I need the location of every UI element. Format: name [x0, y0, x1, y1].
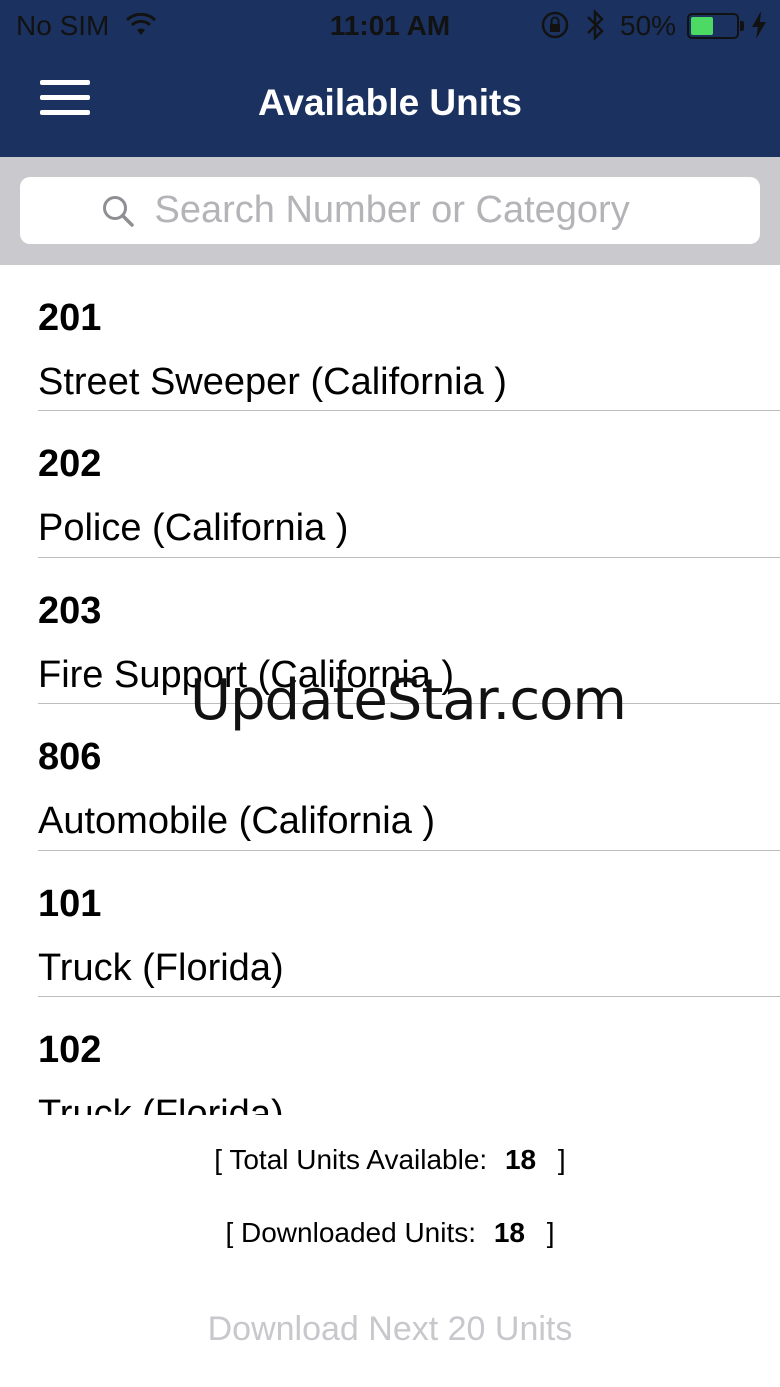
units-list: 201 Street Sweeper (California ) 202 Pol… — [0, 265, 780, 1115]
battery-nub — [740, 21, 744, 31]
battery-percent: 50% — [620, 10, 677, 41]
search-bar — [0, 157, 780, 265]
charging-icon — [750, 10, 768, 47]
unit-number: 202 — [38, 443, 102, 486]
page-title: Available Units — [258, 82, 522, 123]
list-item[interactable]: 203 Fire Support (California ) — [0, 558, 780, 705]
unit-category: Street Sweeper (California ) — [38, 361, 507, 403]
search-field[interactable] — [20, 177, 760, 244]
unit-category: Fire Support (California ) — [38, 653, 455, 696]
unit-category: Automobile (California ) — [38, 800, 436, 843]
unit-number: 101 — [38, 882, 102, 925]
search-input[interactable] — [154, 189, 680, 232]
orientation-lock-icon — [540, 10, 570, 47]
downloaded-units-summary: [ Downloaded Units: 18 ] — [0, 1217, 780, 1249]
close-bracket: ] — [546, 1217, 555, 1248]
unit-number: 203 — [38, 589, 102, 632]
list-item[interactable]: 102 Truck (Florida) — [0, 997, 780, 1115]
total-units-label: Total Units Available: — [229, 1144, 488, 1175]
list-item[interactable]: 101 Truck (Florida) — [0, 851, 780, 997]
open-bracket: [ — [214, 1144, 223, 1175]
search-icon — [102, 195, 134, 227]
battery-fill — [691, 17, 713, 35]
total-units-value: 18 — [504, 1144, 537, 1175]
bluetooth-icon — [584, 8, 606, 49]
unit-category: Police (California ) — [38, 507, 349, 550]
unit-category: Truck (Florida) — [38, 946, 284, 989]
nav-header: No SIM 11:01 AM 50% Available Units — [0, 0, 780, 157]
unit-number: 201 — [38, 297, 102, 339]
list-item[interactable]: 202 Police (California ) — [0, 411, 780, 558]
total-units-summary: [ Total Units Available: 18 ] — [0, 1144, 780, 1176]
battery-icon — [687, 13, 744, 39]
close-bracket: ] — [557, 1144, 566, 1175]
unit-number: 806 — [38, 736, 102, 779]
list-item[interactable]: 201 Street Sweeper (California ) — [0, 265, 780, 412]
unit-category: Truck (Florida) — [38, 1092, 284, 1115]
downloaded-units-label: Downloaded Units: — [241, 1217, 477, 1248]
open-bracket: [ — [225, 1217, 234, 1248]
unit-number: 102 — [38, 1028, 102, 1071]
list-item[interactable]: 806 Automobile (California ) — [0, 704, 780, 851]
status-bar: No SIM 11:01 AM 50% — [0, 0, 780, 54]
downloaded-units-value: 18 — [493, 1217, 525, 1248]
download-next-button[interactable]: Download Next 20 Units — [0, 1310, 780, 1349]
